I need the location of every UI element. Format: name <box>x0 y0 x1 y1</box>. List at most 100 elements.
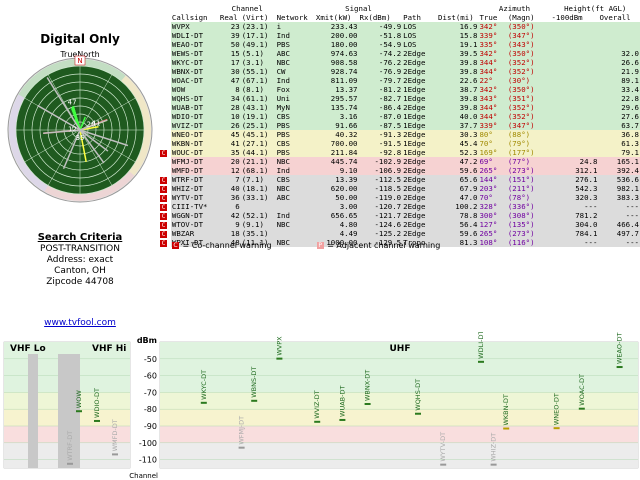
cell-cs[interactable]: WDLI-DT <box>170 31 219 40</box>
cell-magn: (211°) <box>506 184 551 193</box>
cell-net: Ind <box>275 211 315 220</box>
cell-hall: 33.4 <box>598 85 640 94</box>
cell-true: 69° <box>478 157 507 166</box>
table-row[interactable]: WDLI-DT 39 (17.1) Ind 200.00 -51.8 LOS 15.8 339°… <box>160 31 640 40</box>
cell-net: PBS <box>275 130 315 139</box>
cell-cs[interactable]: WUAB-DT <box>170 103 219 112</box>
table-row[interactable]: C CIII-TV* 6 3.00 -120.7 2Edge 100.2 328° (336°)… <box>160 202 640 211</box>
col-header[interactable]: Rx(dBm) <box>359 13 403 22</box>
cell-hall: --- <box>598 238 640 247</box>
cell-net: i <box>275 22 315 31</box>
cell-cs[interactable]: CIII-TV* <box>170 202 219 211</box>
col-header[interactable]: Xmit(kW) <box>315 13 359 22</box>
cell-real: 17 <box>218 58 241 67</box>
col-header[interactable]: (Magn) <box>507 13 551 22</box>
table-row[interactable]: C WHIZ-DT 40 (18.1) NBC 620.00 -118.5 2Edge 67.9… <box>160 184 640 193</box>
warning-cell <box>160 94 171 103</box>
table-row[interactable]: C WBZAR 18 (35.1) 4.49 -125.2 2Edge 59.6 265° (27… <box>160 229 640 238</box>
cell-path: 2Edge <box>402 103 438 112</box>
criteria-line-2: Address: exact <box>46 255 114 265</box>
cell-cs[interactable]: WFMJ-DT <box>170 157 219 166</box>
table-row[interactable]: WKYC-DT 17 (3.1) NBC 908.58 -76.2 2Edge 39.8 344… <box>160 58 640 67</box>
table-row[interactable]: WQHS-DT 34 (61.1) Uni 295.57 -82.7 1Edge 39.8 34… <box>160 94 640 103</box>
cell-net: PBS <box>275 121 315 130</box>
table-row[interactable]: WMFD-DT 12 (68.1) Ind 9.10 -106.9 2Edge 59.6 265… <box>160 166 640 175</box>
table-row[interactable]: WDIO-DT 10 (19.1) CBS 3.16 -87.0 1Edge 40.0 344°… <box>160 112 640 121</box>
col-header[interactable]: Callsign <box>171 13 219 22</box>
table-row[interactable]: WKBN-DT 41 (27.1) CBS 700.00 -91.5 1Edge 45.4 70… <box>160 139 640 148</box>
cell-cs[interactable]: WTRF-DT <box>170 175 219 184</box>
cell-real: 50 <box>218 40 241 49</box>
table-row[interactable]: C WYTV-DT 36 (33.1) ABC 50.00 -119.0 2Edge 47.0 7… <box>160 193 640 202</box>
cell-true: 342° <box>478 85 507 94</box>
col-header[interactable]: (Virt) <box>241 13 276 22</box>
cell-real: 28 <box>218 103 241 112</box>
cell-h100 <box>550 121 599 130</box>
station-mark <box>364 402 371 405</box>
col-header[interactable]: Dist(mi) <box>437 13 478 22</box>
warning-cell <box>160 49 171 58</box>
table-row[interactable]: WUAB-DT 28 (43.1) MyN 135.74 -86.4 2Edge 39.8 34… <box>160 103 640 112</box>
cell-cs[interactable]: WEWS-DT <box>170 49 219 58</box>
cell-net: CW <box>275 67 315 76</box>
cell-cs[interactable]: WTOV-DT <box>170 220 219 229</box>
cell-cs[interactable]: WHIZ-DT <box>170 184 219 193</box>
table-row[interactable]: WEWS-DT 15 (5.1) ABC 974.63 -74.2 2Edge 39.5 342… <box>160 49 640 58</box>
cell-cs[interactable]: WNEO-DT <box>170 130 219 139</box>
cell-cs[interactable]: WEAO-DT <box>170 40 219 49</box>
cell-path: 2Edge <box>402 202 438 211</box>
cell-cs[interactable]: WBZAR <box>170 229 219 238</box>
cell-magn: (351°) <box>506 94 551 103</box>
table-row[interactable]: WOW 8 (8.1) Fox 13.37 -81.2 1Edge 38.7 342° (350°… <box>160 85 640 94</box>
table-row[interactable]: WOAC-DT 47 (67.1) Ind 811.09 -79.7 2Edge 22.6 22… <box>160 76 640 85</box>
cell-cs[interactable]: WVPX <box>170 22 219 31</box>
col-header[interactable]: -100dBm <box>550 13 598 22</box>
table-row[interactable]: WFMJ-DT 20 (21.1) NBC 445.74 -102.9 2Edge 47.2 6… <box>160 157 640 166</box>
cell-cs[interactable]: WBNX-DT <box>170 67 219 76</box>
website-link[interactable]: www.tvfool.com <box>0 318 160 328</box>
warning-cell <box>160 112 171 121</box>
cell-cs[interactable]: WKBN-DT <box>170 139 219 148</box>
table-row[interactable]: WVPX 23 (23.1) i 233.43 -49.9 LOS 16.9 342° (350°… <box>160 22 640 31</box>
cell-cs[interactable]: WYTV-DT <box>170 193 219 202</box>
cell-path: 2Edge <box>402 76 438 85</box>
table-row[interactable]: WVIZ-DT 26 (25.1) PBS 91.66 -87.5 1Edge 37.7 339… <box>160 121 640 130</box>
group-channel: Channel <box>231 4 263 13</box>
table-row[interactable]: C WTOV-DT 9 (9.1) NBC 4.80 -124.6 2Edge 56.4 127°… <box>160 220 640 229</box>
cell-cs[interactable]: WGGN-DT <box>170 211 219 220</box>
cell-h100: 781.2 <box>550 211 599 220</box>
cell-cs[interactable]: WOAC-DT <box>170 76 219 85</box>
col-header[interactable]: Overall <box>598 13 640 22</box>
col-header[interactable]: Real <box>219 13 241 22</box>
cell-cs[interactable]: WOW <box>170 85 219 94</box>
cell-cs[interactable]: WMFD-DT <box>170 166 219 175</box>
table-row[interactable]: C WTRF-DT 7 (7.1) CBS 13.39 -112.5 2Edge 65.6 144… <box>160 175 640 184</box>
cell-path: 1Edge <box>402 139 438 148</box>
cell-virt: (5.1) <box>240 49 276 58</box>
table-row[interactable]: C WOUC-DT 35 (44.1) PBS 211.84 -92.8 1Edge 52.3 1… <box>160 148 640 157</box>
warning-cell <box>160 103 171 112</box>
col-header[interactable]: Network <box>276 13 315 22</box>
col-header[interactable]: Path <box>402 13 437 22</box>
cell-net: CBS <box>275 139 315 148</box>
warning-cell: C <box>160 238 171 247</box>
cell-cs[interactable]: WVIZ-DT <box>170 121 219 130</box>
cell-cs[interactable]: WDIO-DT <box>170 112 219 121</box>
table-row[interactable]: WBNX-DT 30 (55.1) CW 928.74 -76.9 2Edge 39.8 344… <box>160 67 640 76</box>
cell-virt: (7.1) <box>240 175 276 184</box>
cell-hall: --- <box>598 202 640 211</box>
table-row[interactable]: WNEO-DT 45 (45.1) PBS 40.32 -91.3 2Edge 30.3 80°… <box>160 130 640 139</box>
station-label: WEAO-DT <box>616 333 624 365</box>
col-header[interactable]: True <box>478 13 506 22</box>
cell-cs[interactable]: WOUC-DT <box>170 148 219 157</box>
cell-cs[interactable]: WKYC-DT <box>170 58 219 67</box>
table-row[interactable]: C WGGN-DT 42 (52.1) Ind 656.65 -121.7 2Edge 78.8… <box>160 211 640 220</box>
cell-xmit: 3.00 <box>314 202 359 211</box>
table-row[interactable]: WEAO-DT 50 (49.1) PBS 180.00 -54.9 LOS 19.1 335°… <box>160 40 640 49</box>
cell-path: 2Edge <box>402 166 438 175</box>
cell-xmit: 91.66 <box>314 121 359 130</box>
warning-cell <box>160 121 171 130</box>
cell-cs[interactable]: WQHS-DT <box>170 94 219 103</box>
cell-xmit: 135.74 <box>314 103 359 112</box>
cell-rx: -102.9 <box>358 157 403 166</box>
